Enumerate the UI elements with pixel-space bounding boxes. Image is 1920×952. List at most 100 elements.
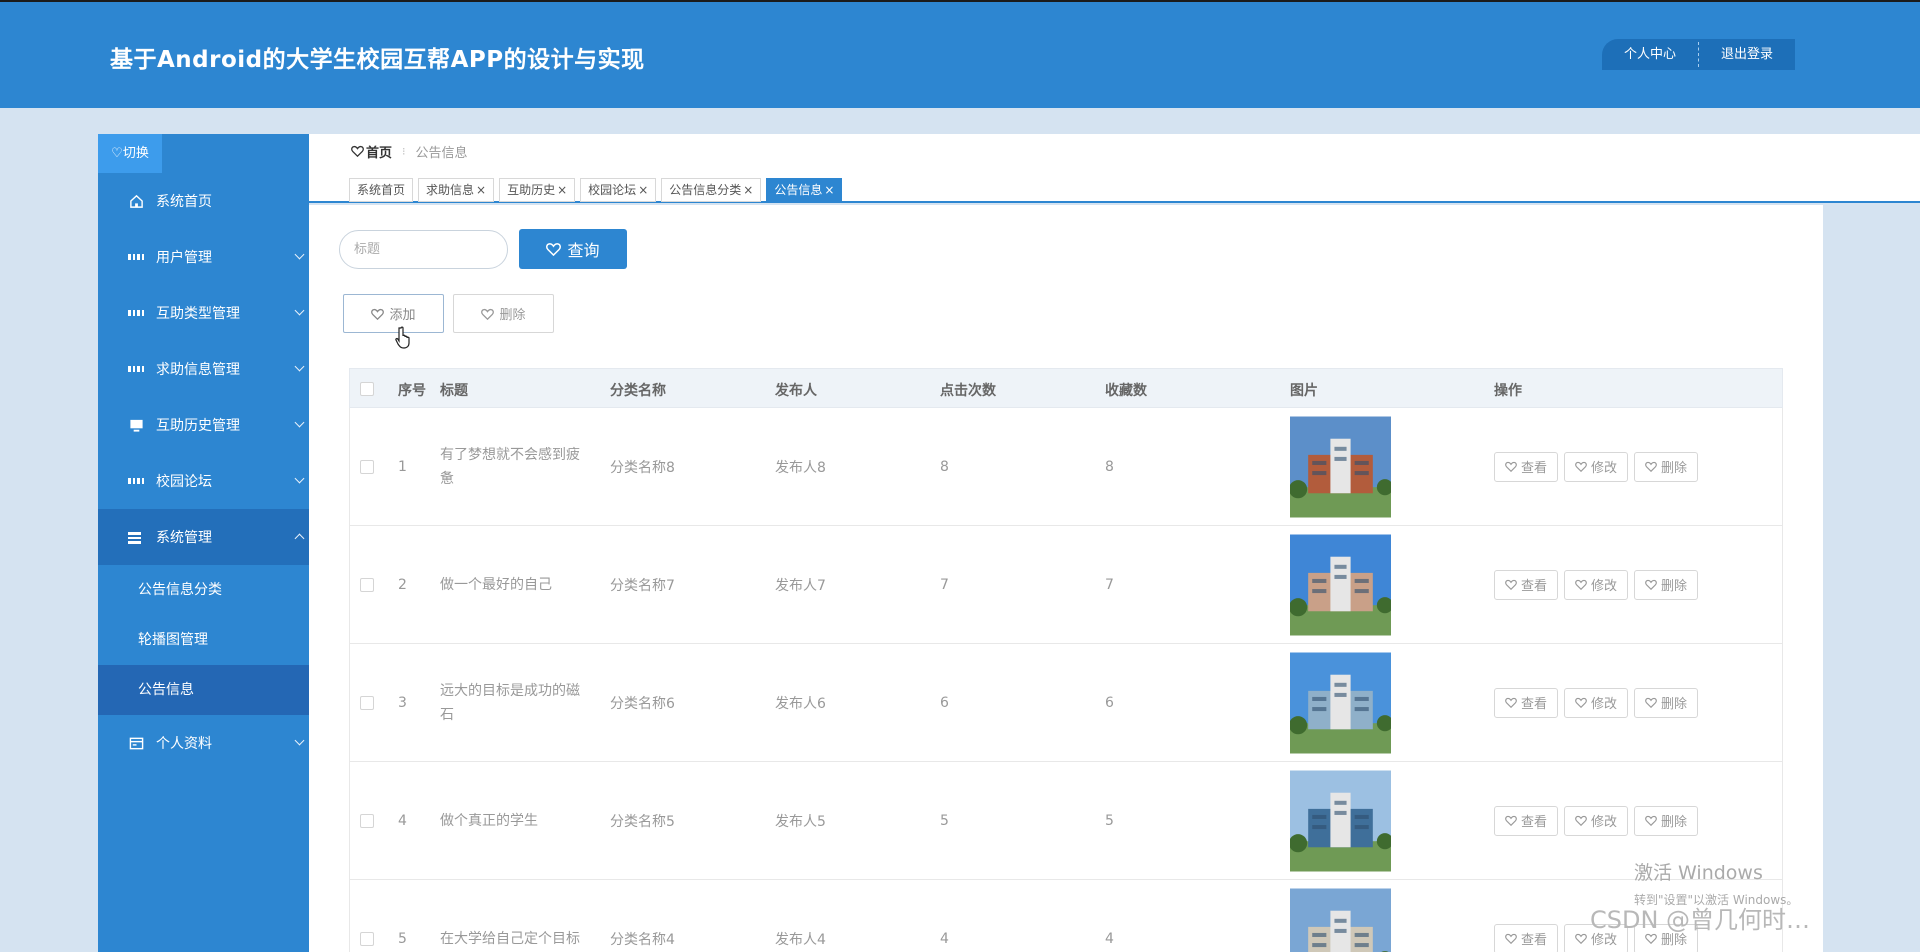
breadcrumb-separator: ⁝ <box>402 144 406 158</box>
cell-no: 2 <box>398 576 407 593</box>
sidebar-subitem-carousel-management[interactable]: 轮播图管理 <box>98 615 309 665</box>
cell-favorites: 7 <box>1105 576 1114 593</box>
sidebar-item-label: 用户管理 <box>156 250 212 266</box>
column-header-title: 标题 <box>440 383 468 399</box>
sidebar-item-help-request-management[interactable]: 求助信息管理 <box>98 341 309 397</box>
tabs-bar: 系统首页 求助信息 × 互助历史 × 校园论坛 × 公告信息分类 × 公告信息 × <box>309 168 1920 203</box>
sidebar-item-profile[interactable]: 个人资料 <box>98 715 309 771</box>
sidebar-menu: 系统首页 用户管理 互助类型管理 求助信息管理 互助历史管理 校园论坛 系统管理… <box>98 173 309 771</box>
column-header-favorites: 收藏数 <box>1105 383 1147 399</box>
view-button-label: 查看 <box>1520 579 1547 594</box>
edit-button[interactable]: 修改 <box>1564 569 1628 600</box>
tab-label: 公告信息 <box>774 183 823 197</box>
select-all-checkbox[interactable] <box>360 382 374 396</box>
tab-help-history[interactable]: 互助历史 × <box>499 178 576 202</box>
cell-publisher: 发布人8 <box>775 459 826 476</box>
cell-favorites: 8 <box>1105 458 1114 475</box>
tab-help-request[interactable]: 求助信息 × <box>418 178 495 202</box>
column-header-category: 分类名称 <box>610 383 666 399</box>
sidebar-subitem-notice-info[interactable]: 公告信息 <box>98 665 309 715</box>
table-row: 3 远大的目标是成功的磁石 分类名称6 发布人6 6 6 查看 修改 删除 <box>349 644 1783 762</box>
row-actions: 查看 修改 删除 <box>1494 805 1704 836</box>
view-button[interactable]: 查看 <box>1494 687 1558 718</box>
personal-center-button[interactable]: 个人中心 <box>1602 39 1698 70</box>
row-checkbox[interactable] <box>360 459 374 474</box>
add-button-label: 添加 <box>389 308 416 323</box>
sidebar-item-help-type-management[interactable]: 互助类型管理 <box>98 285 309 341</box>
cell-title: 做个真正的学生 <box>440 812 538 829</box>
cell-category: 分类名称4 <box>610 931 675 948</box>
sidebar-subitem-notice-category[interactable]: 公告信息分类 <box>98 565 309 615</box>
heart-icon <box>1575 815 1587 826</box>
delete-row-button-label: 删除 <box>1660 461 1687 476</box>
view-button[interactable]: 查看 <box>1494 451 1558 482</box>
tab-label: 校园论坛 <box>588 183 637 197</box>
delete-row-button[interactable]: 删除 <box>1634 569 1698 600</box>
tab-system-home[interactable]: 系统首页 <box>349 178 414 202</box>
cell-clicks: 8 <box>940 458 949 475</box>
sidebar-item-home[interactable]: 系统首页 <box>98 173 309 229</box>
tab-notice-info[interactable]: 公告信息 × <box>766 178 843 202</box>
edit-button[interactable]: 修改 <box>1564 805 1628 836</box>
column-header-no: 序号 <box>398 383 426 399</box>
view-button[interactable]: 查看 <box>1494 569 1558 600</box>
view-button[interactable]: 查看 <box>1494 805 1558 836</box>
table-body: 1 有了梦想就不会感到疲惫 分类名称8 发布人8 8 8 查看 修改 删除 2 做一个最好的自己 分类… <box>349 408 1783 952</box>
campus-building-image <box>1290 770 1391 871</box>
campus-building-image <box>1290 888 1391 952</box>
cell-favorites: 6 <box>1105 694 1114 711</box>
heart-icon <box>546 243 562 256</box>
delete-row-button[interactable]: 删除 <box>1634 451 1698 482</box>
csdn-watermark: CSDN @曾几何时… <box>1590 906 1811 934</box>
view-button[interactable]: 查看 <box>1494 923 1558 952</box>
campus-building-image <box>1290 534 1391 635</box>
campus-building-image <box>1290 652 1391 753</box>
sidebar-item-system-management[interactable]: 系统管理 <box>98 509 309 565</box>
heart-icon <box>1645 461 1657 472</box>
edit-button[interactable]: 修改 <box>1564 687 1628 718</box>
sidebar-item-user-management[interactable]: 用户管理 <box>98 229 309 285</box>
tab-label: 求助信息 <box>426 183 475 197</box>
cell-category: 分类名称6 <box>610 695 675 712</box>
row-checkbox[interactable] <box>360 695 374 710</box>
chevron-down-icon <box>294 473 305 484</box>
delete-row-button[interactable]: 删除 <box>1634 687 1698 718</box>
home-icon <box>128 193 144 209</box>
delete-row-button-label: 删除 <box>1660 697 1687 712</box>
close-icon[interactable]: × <box>638 183 648 197</box>
sidebar-item-help-history-management[interactable]: 互助历史管理 <box>98 397 309 453</box>
delete-row-button-label: 删除 <box>1660 579 1687 594</box>
chevron-down-icon <box>294 417 305 428</box>
tab-campus-forum[interactable]: 校园论坛 × <box>580 178 657 202</box>
delete-button[interactable]: 删除 <box>453 294 554 333</box>
breadcrumb-home[interactable]: 首页 <box>351 142 392 161</box>
close-icon[interactable]: × <box>476 183 486 197</box>
edit-button[interactable]: 修改 <box>1564 451 1628 482</box>
cell-title: 做一个最好的自己 <box>440 576 552 593</box>
chevron-down-icon <box>294 249 305 260</box>
close-icon[interactable]: × <box>824 183 834 197</box>
top-header: 基于Android的大学生校园互帮APP的设计与实现 个人中心 退出登录 <box>0 0 1920 108</box>
tab-label: 公告信息分类 <box>669 183 742 197</box>
row-checkbox[interactable] <box>360 813 374 828</box>
title-search-input[interactable]: 标题 <box>339 230 508 269</box>
breadcrumb-home-label: 首页 <box>366 145 393 161</box>
edit-button-label: 修改 <box>1590 697 1617 712</box>
row-checkbox[interactable] <box>360 931 374 946</box>
view-button-label: 查看 <box>1520 461 1547 476</box>
heart-icon <box>1505 697 1517 708</box>
row-checkbox[interactable] <box>360 577 374 592</box>
search-button[interactable]: 查询 <box>519 229 627 269</box>
sidebar-toggle-button[interactable]: ♡切换 <box>98 134 162 173</box>
sidebar-item-campus-forum[interactable]: 校园论坛 <box>98 453 309 509</box>
chevron-down-icon <box>294 305 305 316</box>
heart-icon <box>1645 579 1657 590</box>
cell-no: 4 <box>398 812 407 829</box>
delete-row-button-label: 删除 <box>1660 815 1687 830</box>
close-icon[interactable]: × <box>557 183 567 197</box>
logout-button[interactable]: 退出登录 <box>1699 39 1795 70</box>
close-icon[interactable]: × <box>743 183 753 197</box>
table-header: 序号 标题 分类名称 发布人 点击次数 收藏数 图片 操作 <box>349 368 1783 408</box>
delete-row-button[interactable]: 删除 <box>1634 805 1698 836</box>
tab-notice-category[interactable]: 公告信息分类 × <box>661 178 762 202</box>
